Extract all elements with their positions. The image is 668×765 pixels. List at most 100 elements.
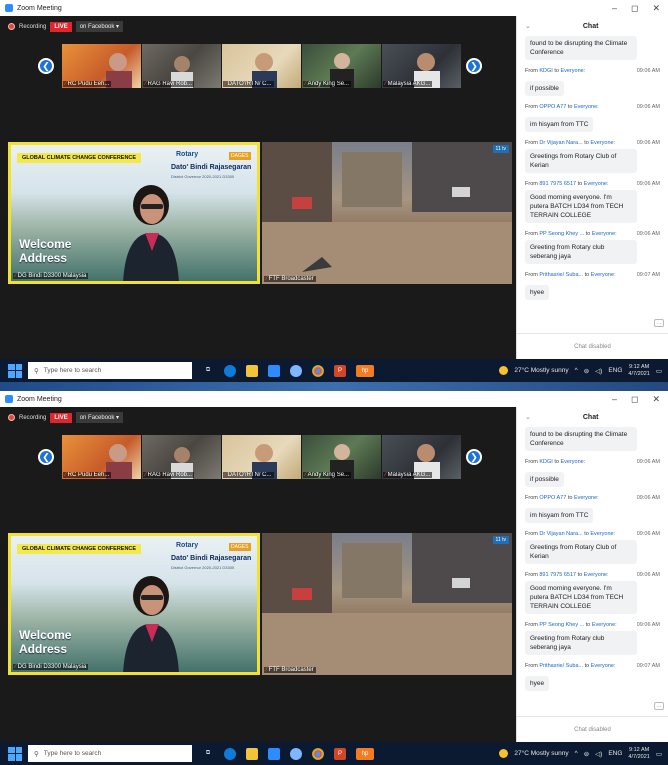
close-button[interactable]: ✕ [652, 394, 660, 405]
video-thumbnail[interactable]: RC Pudu Eeh... [62, 435, 141, 479]
paint-icon[interactable] [290, 364, 302, 377]
speaker-title: Dato' Bindi Rajasegaran [171, 164, 252, 171]
more-options-icon[interactable]: … [654, 702, 664, 710]
language-indicator[interactable]: ENG [608, 750, 622, 757]
weather-text[interactable]: 27°C Mostly sunny [514, 750, 568, 757]
windows-taskbar: ⚲ Type here to search ⧉ P hp 27°C Mostly… [0, 359, 668, 382]
previous-page-button[interactable]: ❮ [38, 449, 54, 465]
broadcast-video-tile[interactable]: 11 tv FTF Broadcaster [262, 142, 512, 284]
maximize-button[interactable]: ◻ [631, 3, 638, 14]
message-time: 09:06 AM [636, 531, 660, 537]
video-thumbnail[interactable]: Malaysia AKG... [382, 435, 461, 479]
sender-name[interactable]: 891 7975 6517 [539, 572, 576, 578]
taskbar-search-box[interactable]: ⚲ Type here to search [28, 745, 192, 762]
chat-header: ⌄ Chat [517, 407, 668, 427]
participant-name: DATO'/RTN/ C... [223, 81, 274, 87]
welcome-line: Welcome [19, 237, 72, 251]
message-time: 09:06 AM [636, 459, 660, 465]
close-button[interactable]: ✕ [652, 3, 660, 14]
edge-icon[interactable] [224, 364, 236, 377]
active-speaker-tile[interactable]: GLOBAL CLIMATE CHANGE CONFERENCE Rotary … [8, 142, 260, 284]
video-thumbnail[interactable]: RAG Ravi Rob... [142, 435, 221, 479]
sender-name[interactable]: PP Seong Khey ... [539, 622, 584, 628]
windows-start-icon[interactable] [8, 363, 22, 378]
sender-name[interactable]: KDGI [539, 68, 552, 74]
sender-name[interactable]: Dr Vijayan Nara... [539, 140, 582, 146]
chat-bubble: Greetings from Rotary Club of Kerian [525, 149, 637, 173]
previous-page-button[interactable]: ❮ [38, 58, 54, 74]
recording-bar: Recording LIVE on Facebook ▾ [8, 21, 124, 32]
sender-name[interactable]: Prithasrie/ Suba... [539, 663, 583, 669]
notification-icon[interactable]: ▭ [656, 367, 662, 375]
tray-chevron-up-icon[interactable]: ^ [575, 367, 578, 374]
network-icon[interactable]: ⊚ [584, 367, 589, 375]
video-thumbnail[interactable]: RC Pudu Eeh... [62, 44, 141, 88]
chat-bubble: if possible [525, 81, 564, 96]
chat-message: From OPPO A77 to Everyone: 09:06 AM im hi… [525, 495, 660, 523]
live-destination-dropdown[interactable]: on Facebook ▾ [75, 412, 124, 423]
taskbar-search-box[interactable]: ⚲ Type here to search [28, 362, 192, 379]
notification-icon[interactable]: ▭ [656, 750, 662, 758]
chat-messages[interactable]: found to be disrupting the Climate Confe… [517, 427, 668, 691]
zoom-icon[interactable] [268, 364, 280, 377]
video-thumbnail[interactable]: Andy King Se... [302, 435, 381, 479]
next-page-button[interactable]: ❯ [466, 58, 482, 74]
taskbar-apps: ⧉ P hp [202, 364, 374, 377]
task-view-icon[interactable]: ⧉ [202, 365, 214, 377]
sender-name[interactable]: Prithasrie/ Suba... [539, 272, 583, 278]
video-thumbnail[interactable]: DATO'/RTN/ C... [222, 435, 301, 479]
sender-name[interactable]: Dr Vijayan Nara... [539, 531, 582, 537]
recording-label[interactable]: Recording [19, 24, 46, 30]
chat-messages[interactable]: found to be disrupting the Climate Confe… [517, 36, 668, 300]
language-indicator[interactable]: ENG [608, 367, 622, 374]
hp-icon[interactable]: hp [356, 747, 374, 760]
message-time: 09:06 AM [636, 622, 660, 628]
windows-start-icon[interactable] [8, 746, 22, 761]
more-options-icon[interactable]: … [654, 319, 664, 327]
next-page-button[interactable]: ❯ [466, 449, 482, 465]
live-destination-dropdown[interactable]: on Facebook ▾ [75, 21, 124, 32]
edge-icon[interactable] [224, 747, 236, 760]
sender-name[interactable]: 891 7975 6517 [539, 181, 576, 187]
powerpoint-icon[interactable]: P [334, 747, 346, 760]
sender-name[interactable]: PP Seong Khey ... [539, 231, 584, 237]
file-explorer-icon[interactable] [246, 747, 258, 760]
tray-chevron-up-icon[interactable]: ^ [575, 750, 578, 757]
chevron-down-icon[interactable]: ⌄ [525, 413, 531, 421]
windows-taskbar: ⚲ Type here to search ⧉ P hp 27°C Mostly… [0, 742, 668, 765]
minimize-button[interactable]: – [612, 3, 617, 14]
sender-name[interactable]: KDGI [539, 459, 552, 465]
sender-name[interactable]: OPPO A77 [539, 104, 566, 110]
weather-text[interactable]: 27°C Mostly sunny [514, 367, 568, 374]
recording-label[interactable]: Recording [19, 415, 46, 421]
taskbar-clock[interactable]: 9:12 AM 4/7/2021 [628, 364, 649, 378]
video-thumbnail[interactable]: DATO'/RTN/ C... [222, 44, 301, 88]
task-view-icon[interactable]: ⧉ [202, 748, 214, 760]
chrome-icon[interactable] [312, 364, 324, 377]
active-speaker-tile[interactable]: GLOBAL CLIMATE CHANGE CONFERENCE Rotary … [8, 533, 260, 675]
hp-icon[interactable]: hp [356, 364, 374, 377]
video-thumbnail[interactable]: Malaysia AKG... [382, 44, 461, 88]
zoom-icon[interactable] [268, 747, 280, 760]
channel-badge: 11 tv [492, 145, 509, 153]
chrome-icon[interactable] [312, 747, 324, 760]
file-explorer-icon[interactable] [246, 364, 258, 377]
to-word: to [585, 622, 591, 628]
sender-name[interactable]: OPPO A77 [539, 495, 566, 501]
video-thumbnail[interactable]: RAG Ravi Rob... [142, 44, 221, 88]
paint-icon[interactable] [290, 747, 302, 760]
video-thumbnail[interactable]: Andy King Se... [302, 44, 381, 88]
volume-icon[interactable]: ◁) [595, 750, 602, 758]
volume-icon[interactable]: ◁) [595, 367, 602, 375]
powerpoint-icon[interactable]: P [334, 364, 346, 377]
chevron-down-icon[interactable]: ⌄ [525, 22, 531, 30]
network-icon[interactable]: ⊚ [584, 750, 589, 758]
live-badge[interactable]: LIVE [50, 412, 72, 423]
participant-name: Malaysia AKG... [383, 472, 433, 478]
to-word: to [567, 104, 573, 110]
live-badge[interactable]: LIVE [50, 21, 72, 32]
broadcast-video-tile[interactable]: 11 tv FTF Broadcaster [262, 533, 512, 675]
maximize-button[interactable]: ◻ [631, 394, 638, 405]
taskbar-clock[interactable]: 9:12 AM 4/7/2021 [628, 747, 649, 761]
minimize-button[interactable]: – [612, 394, 617, 405]
